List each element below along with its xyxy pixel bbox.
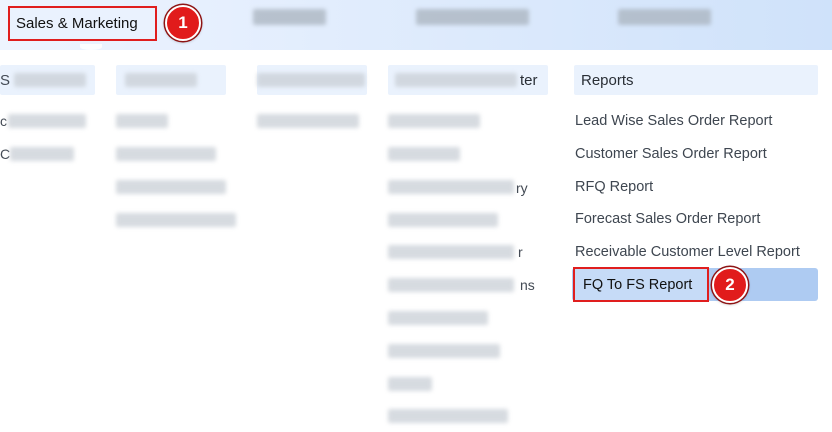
column-4-item-fragment-a[interactable]: ry <box>516 180 528 196</box>
column-1-item-fragment-a[interactable]: c <box>0 113 7 129</box>
column-1-header-redacted <box>14 73 86 87</box>
column-4-item-fragment-b[interactable]: r <box>518 244 523 260</box>
report-fq-to-fs[interactable]: FQ To FS Report <box>573 267 709 302</box>
step-badge-2: 2 <box>712 267 748 303</box>
tab-redacted-2[interactable] <box>416 9 529 25</box>
column-1-item-redacted-b[interactable] <box>10 147 74 161</box>
tab-redacted-1[interactable] <box>253 9 326 25</box>
tab-sales-marketing-label: Sales & Marketing <box>16 15 138 32</box>
column-1-item-redacted-a[interactable] <box>8 114 86 128</box>
column-4-item-redacted-2[interactable] <box>388 147 460 161</box>
report-receivable-customer-level[interactable]: Receivable Customer Level Report <box>575 244 800 260</box>
column-4-item-redacted-10[interactable] <box>388 409 508 423</box>
column-4-item-redacted-3[interactable] <box>388 180 514 194</box>
column-4-header-redacted <box>395 73 517 87</box>
column-4-item-redacted-8[interactable] <box>388 344 500 358</box>
tab-redacted-3[interactable] <box>618 9 711 25</box>
top-nav-bar: Sales & Marketing <box>0 0 832 50</box>
column-1-item-fragment-b[interactable]: C <box>0 146 10 162</box>
column-2-item-redacted-3[interactable] <box>116 180 226 194</box>
column-4-item-fragment-c[interactable]: ns <box>520 277 535 293</box>
report-forecast-sales-order[interactable]: Forecast Sales Order Report <box>575 211 760 227</box>
column-2-header-redacted <box>125 73 197 87</box>
column-2-item-redacted-2[interactable] <box>116 147 216 161</box>
column-4-item-redacted-4[interactable] <box>388 213 498 227</box>
report-customer-sales-order[interactable]: Customer Sales Order Report <box>575 146 767 162</box>
report-lead-wise-sales-order[interactable]: Lead Wise Sales Order Report <box>575 113 772 129</box>
column-4-header-fragment: ter <box>520 72 538 89</box>
reports-header: Reports <box>574 65 818 95</box>
report-fq-to-fs-label: FQ To FS Report <box>583 276 693 293</box>
column-4-item-redacted-7[interactable] <box>388 311 488 325</box>
column-4-item-redacted-9[interactable] <box>388 377 432 391</box>
report-rfq[interactable]: RFQ Report <box>575 179 653 195</box>
column-3-item-redacted-1[interactable] <box>257 114 359 128</box>
column-1-header-fragment: S <box>0 72 11 89</box>
column-3-header-redacted <box>257 73 365 87</box>
column-2-item-redacted-1[interactable] <box>116 114 168 128</box>
step-badge-1: 1 <box>165 5 201 41</box>
column-4-item-redacted-5[interactable] <box>388 245 514 259</box>
column-4-item-redacted-6[interactable] <box>388 278 514 292</box>
reports-header-label: Reports <box>581 71 634 89</box>
tab-sales-marketing[interactable]: Sales & Marketing <box>8 6 157 50</box>
column-2-item-redacted-4[interactable] <box>116 213 236 227</box>
column-4-item-redacted-1[interactable] <box>388 114 480 128</box>
